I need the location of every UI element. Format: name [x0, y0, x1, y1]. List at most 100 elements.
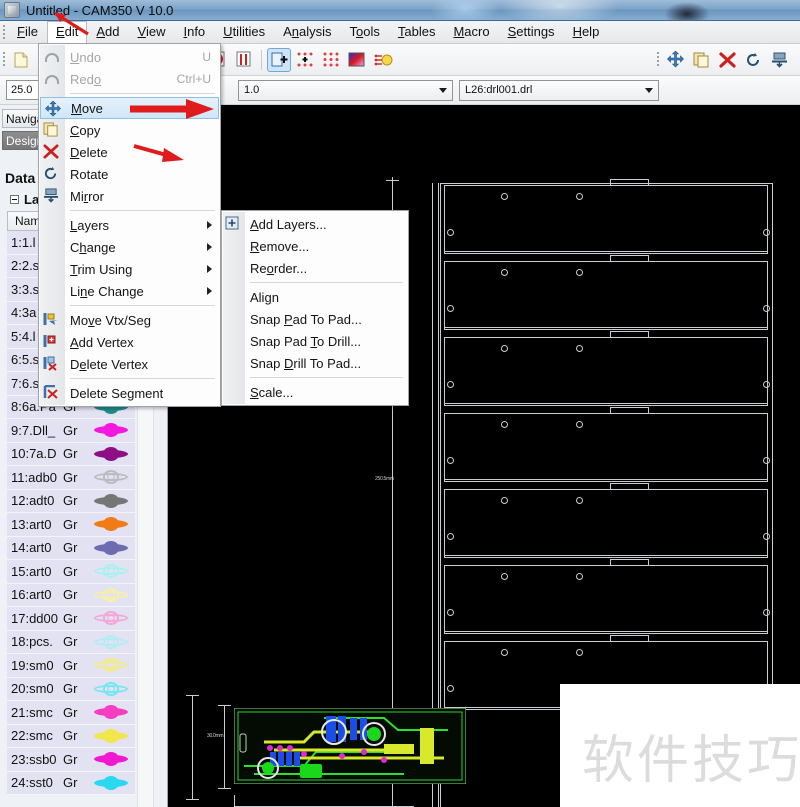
- layer-row[interactable]: 9:7.Dll_ Gr: [7, 419, 135, 443]
- menu-item-rotate[interactable]: Rotate: [39, 163, 220, 185]
- menu-macro[interactable]: Macro: [444, 21, 498, 43]
- layer-row[interactable]: 10:7a.D Gr: [7, 442, 135, 466]
- layer-color-swatch[interactable]: [87, 681, 135, 696]
- copy-icon[interactable]: [689, 48, 713, 72]
- menubar-grip[interactable]: [0, 21, 8, 44]
- panel-outline-segment: [444, 251, 768, 252]
- layer-row[interactable]: 11:adb0 Gr: [7, 466, 135, 490]
- menu-add[interactable]: Add: [87, 21, 128, 43]
- menu-edit[interactable]: Edit: [46, 20, 88, 44]
- layer-color-swatch[interactable]: [87, 775, 135, 790]
- menu-analysis[interactable]: Analysis: [274, 21, 340, 43]
- select-pads-icon[interactable]: [319, 48, 343, 72]
- menu-tools[interactable]: Tools: [341, 21, 389, 43]
- menu-item-redo[interactable]: Redo Ctrl+U: [39, 68, 220, 90]
- menu-view[interactable]: View: [129, 21, 175, 43]
- layer-color-swatch[interactable]: [87, 611, 135, 626]
- layer-row[interactable]: 12:adt0 Gr: [7, 489, 135, 513]
- layer-color-swatch[interactable]: [87, 540, 135, 555]
- layer-color-swatch[interactable]: [87, 493, 135, 508]
- layer-color-swatch[interactable]: [87, 728, 135, 743]
- menu-help[interactable]: Help: [564, 21, 609, 43]
- chevron-down-icon[interactable]: [641, 82, 656, 99]
- menu-item-line-change[interactable]: Line Change: [39, 280, 220, 302]
- layer-color-swatch[interactable]: [87, 634, 135, 649]
- layer-row[interactable]: 20:sm0 Gr: [7, 677, 135, 701]
- layer-row[interactable]: 23:ssb0 Gr: [7, 748, 135, 772]
- layers-submenu[interactable]: Add Layers... Remove... Reorder... Align…: [221, 210, 409, 406]
- mirror-icon[interactable]: [767, 48, 791, 72]
- tree-collapse-icon[interactable]: [10, 195, 19, 204]
- delete-icon[interactable]: [715, 48, 739, 72]
- rotate-icon[interactable]: [741, 48, 765, 72]
- toolbar1-grip-right[interactable]: [654, 48, 662, 71]
- layer-row[interactable]: 14:art0 Gr: [7, 536, 135, 560]
- layer-row[interactable]: 13:art0 Gr: [7, 513, 135, 537]
- chevron-down-icon[interactable]: [435, 82, 450, 99]
- layer-color-swatch[interactable]: [87, 564, 135, 579]
- panel-outline-segment: [648, 483, 649, 490]
- single-layer-icon[interactable]: [232, 48, 256, 72]
- menu-item-delete[interactable]: Delete: [39, 141, 220, 163]
- layer-row[interactable]: 15:art0 Gr: [7, 560, 135, 584]
- menu-settings[interactable]: Settings: [499, 21, 564, 43]
- add-layer-icon[interactable]: [267, 47, 291, 72]
- layer-color-swatch[interactable]: [87, 587, 135, 602]
- menu-info[interactable]: Info: [174, 21, 214, 43]
- layer-name: 10:7a.D: [11, 446, 57, 462]
- menu-file[interactable]: File: [8, 21, 47, 43]
- active-layer-combo[interactable]: L26:drl001.drl: [459, 79, 659, 101]
- layer-row[interactable]: 19:sm0 Gr: [7, 654, 135, 678]
- menu-item-mirror[interactable]: Mirror: [39, 185, 220, 207]
- layer-color-swatch[interactable]: [87, 470, 135, 485]
- menu-tables[interactable]: Tables: [389, 21, 445, 43]
- undo-icon: [43, 49, 60, 65]
- submenu-item-snap-pad-to-drill[interactable]: Snap Pad To Drill...: [222, 330, 408, 352]
- menu-item-delete-segment[interactable]: Delete Segment: [39, 382, 220, 404]
- panel-outline-segment: [444, 641, 445, 709]
- layer-color-swatch[interactable]: [87, 423, 135, 438]
- drill-hole: [501, 649, 508, 656]
- submenu-item-snap-drill-to-pad[interactable]: Snap Drill To Pad...: [222, 352, 408, 374]
- layer-type: Gr: [63, 516, 78, 532]
- layer-row[interactable]: 17:dd00 Gr: [7, 607, 135, 631]
- submenu-item-scale[interactable]: Scale...: [222, 381, 408, 403]
- move-icon[interactable]: [663, 48, 687, 72]
- layer-type: Gr: [63, 422, 78, 438]
- layer-row[interactable]: 16:art0 Gr: [7, 583, 135, 607]
- layer-row[interactable]: 24:sst0 Gr: [7, 771, 135, 795]
- layer-color-swatch[interactable]: [87, 705, 135, 720]
- zoom-combo[interactable]: 1.0: [238, 79, 453, 101]
- submenu-item-remove[interactable]: Remove...: [222, 235, 408, 257]
- toolbar1-grip[interactable]: [0, 48, 8, 71]
- new-file-icon[interactable]: [9, 48, 33, 72]
- menu-utilities[interactable]: Utilities: [214, 21, 274, 43]
- menu-item-copy[interactable]: Copy: [39, 119, 220, 141]
- menu-item-change-label: Change: [70, 239, 116, 255]
- edit-dropdown-menu[interactable]: Undo U Redo Ctrl+U Move Copy Delete Rota…: [38, 43, 221, 407]
- layer-color-swatch[interactable]: [87, 446, 135, 461]
- panel-outline-segment: [444, 631, 768, 632]
- color-palette-icon[interactable]: [345, 48, 369, 72]
- submenu-item-reorder[interactable]: Reorder...: [222, 257, 408, 279]
- layer-row[interactable]: 18:pcs. Gr: [7, 630, 135, 654]
- submenu-item-add-layers[interactable]: Add Layers...: [222, 213, 408, 235]
- layer-color-swatch[interactable]: [87, 752, 135, 767]
- menu-item-trim-using[interactable]: Trim Using: [39, 258, 220, 280]
- submenu-item-snap-pad-to-pad[interactable]: Snap Pad To Pad...: [222, 308, 408, 330]
- submenu-item-align-label: Align: [250, 289, 279, 305]
- menu-item-move-vtx-seg[interactable]: Move Vtx/Seg: [39, 309, 220, 331]
- layer-row[interactable]: 21:smc Gr: [7, 701, 135, 725]
- aperture-icon[interactable]: [371, 48, 395, 72]
- submenu-item-align[interactable]: Align: [222, 286, 408, 308]
- layer-row[interactable]: 22:smc Gr: [7, 724, 135, 748]
- layer-color-swatch[interactable]: [87, 658, 135, 673]
- menu-item-delete-vertex[interactable]: Delete Vertex: [39, 353, 220, 375]
- menu-item-change[interactable]: Change: [39, 236, 220, 258]
- select-all-pads-icon[interactable]: [293, 48, 317, 72]
- layer-color-swatch[interactable]: [87, 517, 135, 532]
- menu-item-add-vertex[interactable]: Add Vertex: [39, 331, 220, 353]
- menu-item-undo[interactable]: Undo U: [39, 46, 220, 68]
- menu-item-layers[interactable]: Layers: [39, 214, 220, 236]
- menu-item-move[interactable]: Move: [40, 97, 219, 119]
